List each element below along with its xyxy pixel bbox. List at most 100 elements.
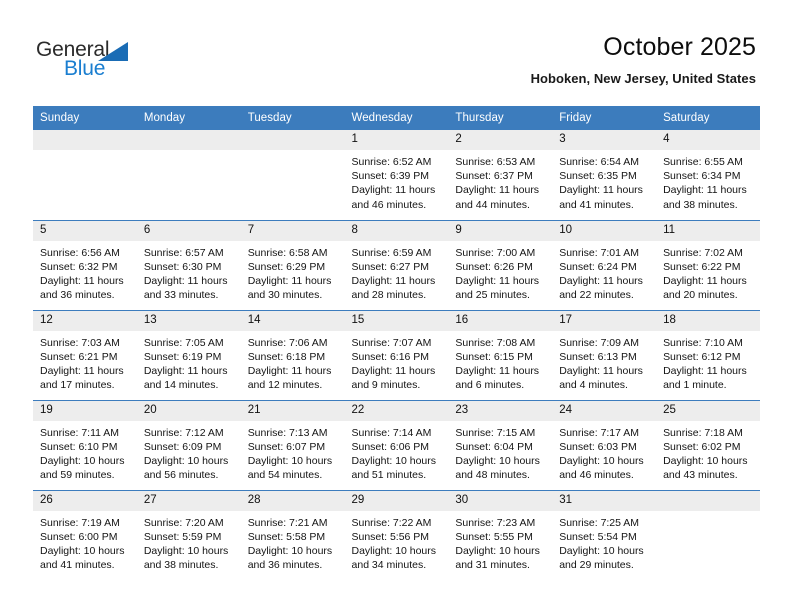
day-cell-inner: 7 Sunrise: 6:58 AM Sunset: 6:29 PM Daylight… bbox=[240, 220, 345, 310]
calendar-day-cell[interactable]: 26 Sunrise: 7:19 AM Sunset: 6:00 PM Dayligh… bbox=[33, 489, 137, 580]
day-number: 30 bbox=[448, 490, 553, 511]
calendar-day-cell[interactable]: 6 Sunrise: 6:57 AM Sunset: 6:30 PM Daylight… bbox=[136, 219, 241, 310]
day-info-line: and 41 minutes. bbox=[40, 559, 115, 572]
calendar-day-cell[interactable]: 14 Sunrise: 7:06 AM Sunset: 6:18 PM Dayligh… bbox=[240, 309, 345, 400]
calendar-day-cell[interactable]: 15 Sunrise: 7:07 AM Sunset: 6:16 PM Dayligh… bbox=[344, 309, 449, 400]
day-cell-inner: 30 Sunrise: 7:23 AM Sunset: 5:55 PM Dayligh… bbox=[448, 490, 553, 581]
day-sun-info bbox=[656, 511, 760, 516]
day-sun-info: Sunrise: 6:57 AM Sunset: 6:30 PM Daylight:… bbox=[137, 241, 241, 303]
day-info-line: Sunrise: 6:52 AM bbox=[351, 156, 432, 168]
calendar-day-cell[interactable]: 25 Sunrise: 7:18 AM Sunset: 6:02 PM Dayligh… bbox=[656, 399, 760, 490]
day-cell-inner: 11 Sunrise: 7:02 AM Sunset: 6:22 PM Dayligh… bbox=[656, 220, 760, 310]
calendar-day-cell[interactable]: 7 Sunrise: 6:58 AM Sunset: 6:29 PM Daylight… bbox=[240, 219, 345, 310]
day-info-line: Sunrise: 7:25 AM bbox=[559, 516, 640, 529]
day-sun-info: Sunrise: 7:08 AM Sunset: 6:15 PM Daylight:… bbox=[448, 331, 552, 393]
calendar-day-cell[interactable]: 9 Sunrise: 7:00 AM Sunset: 6:26 PM Daylight… bbox=[448, 219, 553, 310]
day-info-line: Sunset: 6:19 PM bbox=[143, 350, 222, 363]
calendar-day-cell[interactable]: 27 Sunrise: 7:20 AM Sunset: 5:59 PM Dayligh… bbox=[136, 489, 241, 580]
day-cell-inner: 13 Sunrise: 7:05 AM Sunset: 6:19 PM Dayligh… bbox=[136, 310, 241, 400]
day-sun-info: Sunrise: 6:54 AM Sunset: 6:35 PM Daylight:… bbox=[552, 150, 656, 212]
day-sun-info: Sunrise: 7:00 AM Sunset: 6:26 PM Daylight:… bbox=[448, 241, 552, 303]
calendar-day-cell[interactable]: 4 Sunrise: 6:55 AM Sunset: 6:34 PM Daylight… bbox=[656, 130, 760, 220]
day-number: 25 bbox=[656, 400, 760, 421]
brand-logo[interactable]: General Blue bbox=[36, 38, 236, 84]
day-sun-info: Sunrise: 7:07 AM Sunset: 6:16 PM Daylight:… bbox=[345, 331, 449, 393]
day-info-line: Sunset: 6:39 PM bbox=[351, 170, 430, 183]
location-subtitle: Hoboken, New Jersey, United States bbox=[530, 71, 756, 86]
day-sun-info: Sunrise: 7:01 AM Sunset: 6:24 PM Daylight:… bbox=[552, 241, 656, 303]
day-cell-inner: 3 Sunrise: 6:54 AM Sunset: 6:35 PM Daylight… bbox=[552, 130, 657, 220]
day-sun-info: Sunrise: 6:55 AM Sunset: 6:34 PM Daylight:… bbox=[656, 150, 760, 212]
calendar-day-cell[interactable]: 3 Sunrise: 6:54 AM Sunset: 6:35 PM Daylight… bbox=[552, 130, 657, 220]
day-info-line: and 25 minutes. bbox=[455, 289, 530, 302]
calendar-day-cell[interactable]: 22 Sunrise: 7:14 AM Sunset: 6:06 PM Dayligh… bbox=[344, 399, 449, 490]
day-info-line: Sunset: 5:55 PM bbox=[455, 530, 533, 543]
day-info-line: and 54 minutes. bbox=[247, 469, 323, 482]
day-info-line: and 43 minutes. bbox=[663, 469, 738, 482]
calendar-day-cell[interactable]: 21 Sunrise: 7:13 AM Sunset: 6:07 PM Dayligh… bbox=[240, 399, 345, 490]
calendar-day-cell[interactable]: 8 Sunrise: 6:59 AM Sunset: 6:27 PM Daylight… bbox=[344, 219, 449, 310]
calendar-day-cell[interactable]: 13 Sunrise: 7:05 AM Sunset: 6:19 PM Dayligh… bbox=[136, 309, 241, 400]
calendar-day-cell[interactable]: 24 Sunrise: 7:17 AM Sunset: 6:03 PM Dayligh… bbox=[552, 399, 657, 490]
calendar-day-cell[interactable]: 18 Sunrise: 7:10 AM Sunset: 6:12 PM Dayligh… bbox=[656, 309, 760, 400]
day-cell-inner: 28 Sunrise: 7:21 AM Sunset: 5:58 PM Dayligh… bbox=[240, 490, 345, 581]
calendar-day-cell-empty bbox=[33, 130, 137, 220]
calendar-week-row: 26 Sunrise: 7:19 AM Sunset: 6:00 PM Dayligh… bbox=[33, 489, 760, 581]
day-cell-inner: 21 Sunrise: 7:13 AM Sunset: 6:07 PM Dayligh… bbox=[240, 400, 345, 490]
day-sun-info: Sunrise: 6:52 AM Sunset: 6:39 PM Daylight:… bbox=[345, 150, 449, 212]
day-info-line: Sunset: 6:02 PM bbox=[663, 440, 741, 453]
day-number: 7 bbox=[240, 220, 345, 241]
day-info-line: Sunset: 6:34 PM bbox=[663, 170, 741, 183]
day-cell-inner: 17 Sunrise: 7:09 AM Sunset: 6:13 PM Dayligh… bbox=[552, 310, 657, 400]
calendar-day-cell[interactable]: 23 Sunrise: 7:15 AM Sunset: 6:04 PM Dayligh… bbox=[448, 399, 553, 490]
calendar-day-cell[interactable]: 2 Sunrise: 6:53 AM Sunset: 6:37 PM Daylight… bbox=[448, 130, 553, 220]
day-sun-info: Sunrise: 6:58 AM Sunset: 6:29 PM Daylight:… bbox=[241, 241, 345, 303]
day-number: 17 bbox=[552, 310, 657, 331]
day-cell-inner: 4 Sunrise: 6:55 AM Sunset: 6:34 PM Daylight… bbox=[656, 130, 760, 220]
weekday-header-tuesday: Tuesday bbox=[240, 106, 345, 130]
day-info-line: Sunrise: 6:55 AM bbox=[663, 156, 743, 168]
calendar-day-cell[interactable]: 28 Sunrise: 7:21 AM Sunset: 5:58 PM Dayligh… bbox=[240, 489, 345, 581]
day-info-line: and 30 minutes. bbox=[247, 289, 323, 302]
day-info-line: Daylight: 11 hours bbox=[455, 184, 540, 197]
day-sun-info bbox=[33, 150, 137, 155]
day-cell-inner: 2 Sunrise: 6:53 AM Sunset: 6:37 PM Daylight… bbox=[448, 130, 553, 220]
day-number: 24 bbox=[552, 400, 657, 421]
day-number: 10 bbox=[552, 220, 657, 241]
day-info-line: and 36 minutes. bbox=[247, 559, 323, 572]
day-info-line: Sunset: 6:22 PM bbox=[663, 260, 741, 273]
day-info-line: Sunset: 6:24 PM bbox=[559, 260, 637, 273]
day-info-line: and 46 minutes. bbox=[351, 198, 427, 211]
day-info-line: and 28 minutes. bbox=[351, 289, 427, 302]
day-info-line: Sunrise: 6:59 AM bbox=[351, 246, 432, 259]
day-info-line: Sunrise: 7:07 AM bbox=[351, 336, 432, 349]
day-info-line: Daylight: 11 hours bbox=[455, 274, 540, 287]
calendar-day-cell[interactable]: 1 Sunrise: 6:52 AM Sunset: 6:39 PM Daylight… bbox=[344, 130, 449, 220]
day-sun-info: Sunrise: 7:18 AM Sunset: 6:02 PM Daylight:… bbox=[656, 421, 760, 483]
calendar-day-cell[interactable]: 29 Sunrise: 7:22 AM Sunset: 5:56 PM Dayligh… bbox=[344, 489, 449, 580]
day-info-line: Sunrise: 6:58 AM bbox=[247, 246, 328, 259]
calendar-day-cell[interactable]: 11 Sunrise: 7:02 AM Sunset: 6:22 PM Dayligh… bbox=[656, 219, 760, 310]
day-info-line: Sunrise: 7:02 AM bbox=[663, 246, 743, 259]
calendar-day-cell[interactable]: 31 Sunrise: 7:25 AM Sunset: 5:54 PM Dayligh… bbox=[552, 489, 657, 580]
calendar-day-cell[interactable]: 20 Sunrise: 7:12 AM Sunset: 6:09 PM Dayligh… bbox=[136, 399, 241, 490]
day-cell-inner: 10 Sunrise: 7:01 AM Sunset: 6:24 PM Dayligh… bbox=[552, 220, 657, 310]
day-cell-inner: 12 Sunrise: 7:03 AM Sunset: 6:21 PM Dayligh… bbox=[33, 310, 137, 400]
day-info-line: Sunrise: 7:23 AM bbox=[455, 516, 536, 529]
day-info-line: Daylight: 10 hours bbox=[143, 544, 229, 557]
day-info-line: Sunset: 6:32 PM bbox=[40, 260, 118, 273]
calendar-day-cell-empty bbox=[136, 130, 241, 220]
page-title: October 2025 bbox=[603, 33, 756, 61]
calendar-day-cell[interactable]: 5 Sunrise: 6:56 AM Sunset: 6:32 PM Daylight… bbox=[33, 219, 137, 310]
day-info-line: Sunset: 5:54 PM bbox=[559, 530, 637, 543]
calendar-day-cell[interactable]: 16 Sunrise: 7:08 AM Sunset: 6:15 PM Dayligh… bbox=[448, 309, 553, 400]
calendar-day-cell[interactable]: 30 Sunrise: 7:23 AM Sunset: 5:55 PM Dayligh… bbox=[448, 489, 553, 581]
calendar-day-cell[interactable]: 10 Sunrise: 7:01 AM Sunset: 6:24 PM Dayligh… bbox=[552, 219, 657, 310]
day-info-line: and 36 minutes. bbox=[40, 289, 115, 302]
calendar-day-cell[interactable]: 12 Sunrise: 7:03 AM Sunset: 6:21 PM Dayligh… bbox=[33, 309, 137, 400]
day-info-line: Daylight: 11 hours bbox=[663, 274, 747, 287]
calendar-day-cell[interactable]: 19 Sunrise: 7:11 AM Sunset: 6:10 PM Dayligh… bbox=[33, 399, 137, 490]
day-info-line: Sunrise: 7:20 AM bbox=[143, 516, 224, 529]
calendar-day-cell[interactable]: 17 Sunrise: 7:09 AM Sunset: 6:13 PM Dayligh… bbox=[552, 309, 657, 400]
day-info-line: Sunrise: 6:54 AM bbox=[559, 156, 640, 168]
